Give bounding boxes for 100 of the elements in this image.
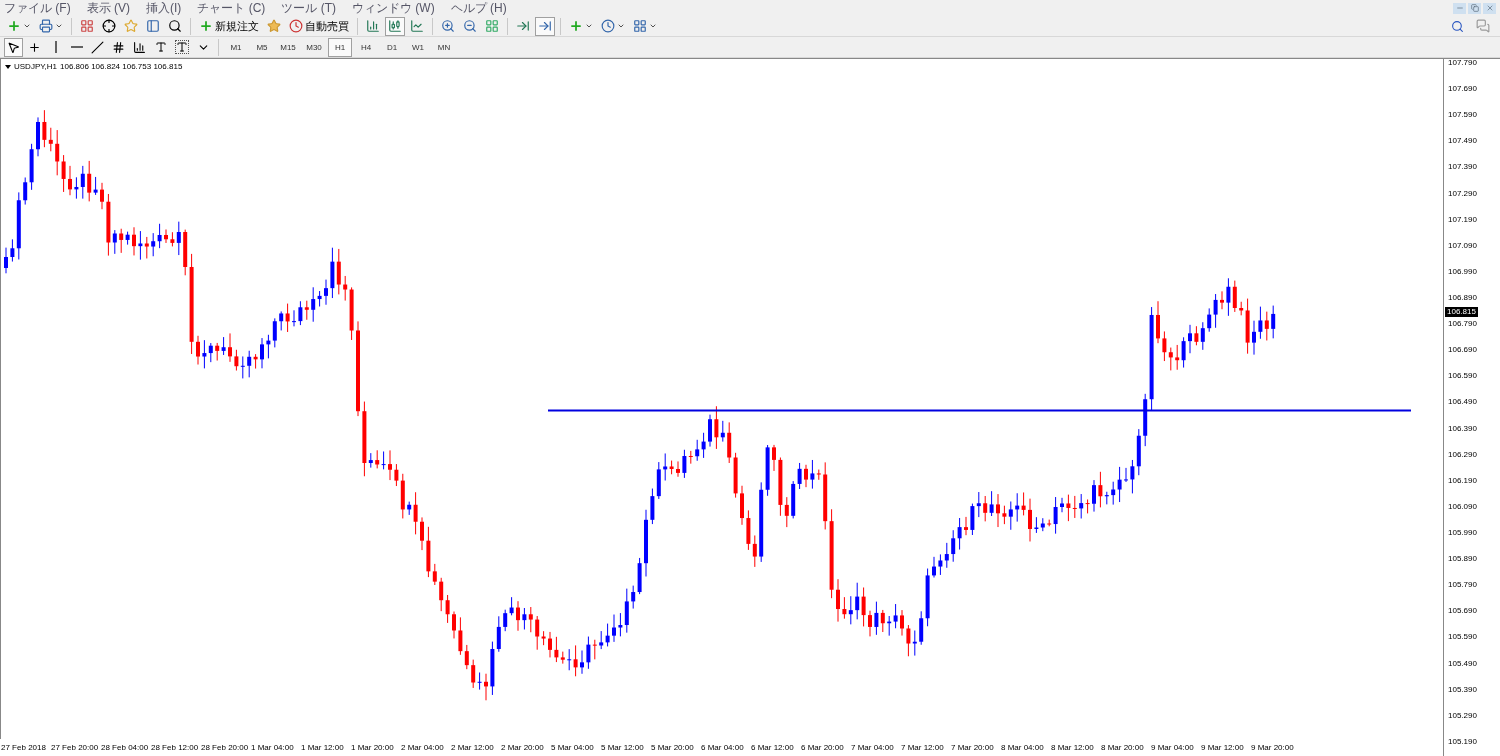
clock-icon: [601, 19, 615, 33]
trendline-icon: [91, 40, 104, 54]
time-label: 2 Mar 04:00: [401, 743, 445, 752]
candlestick-icon: [388, 19, 402, 33]
menu-item[interactable]: ファイル (F): [4, 0, 71, 16]
timeframe-button[interactable]: W1: [406, 37, 430, 57]
time-label: 6 Mar 04:00: [701, 743, 745, 752]
price-label: 107.090: [1448, 240, 1477, 251]
ohlc-quote: 106.806 106.824 106.753 106.815: [60, 62, 183, 71]
chart-symbol: USDJPY,H1: [14, 62, 57, 71]
printer-icon: [39, 19, 53, 33]
arrow-to-line-icon: [516, 19, 530, 33]
caret-icon: [649, 22, 657, 30]
grid-icon: [80, 19, 94, 33]
time-label: 5 Mar 20:00: [651, 743, 695, 752]
restore-button[interactable]: [1468, 2, 1481, 14]
time-label: 28 Feb 20:00: [201, 743, 250, 752]
menu-item[interactable]: ツール (T): [281, 0, 336, 16]
timeframe-button[interactable]: D1: [380, 37, 404, 57]
price-label: 106.590: [1448, 371, 1477, 382]
menu-item[interactable]: ウィンドウ (W): [352, 0, 435, 16]
price-label: 105.890: [1448, 554, 1477, 565]
price-label: 106.990: [1448, 266, 1477, 277]
timeframe-button[interactable]: H1: [328, 37, 352, 57]
crosshair-icon: [28, 40, 41, 54]
price-label: 105.690: [1448, 606, 1477, 617]
new-order-button[interactable]: 新規注文: [196, 16, 262, 36]
minimize-icon: [1455, 4, 1464, 12]
search-icon[interactable]: [1451, 19, 1464, 33]
time-label: 1 Mar 20:00: [351, 743, 395, 752]
timeframe-button[interactable]: M30: [302, 37, 326, 57]
current-price-tag: 106.815: [1445, 306, 1478, 317]
timeframe-button[interactable]: H4: [354, 37, 378, 57]
plus-icon: [199, 19, 213, 33]
price-label: 105.290: [1448, 710, 1477, 721]
star-icon: [124, 19, 138, 33]
drawing-tool-button[interactable]: [172, 37, 192, 57]
time-label: 1 Mar 04:00: [251, 743, 295, 752]
dropdown-triangle-icon[interactable]: [5, 64, 11, 69]
menu-item[interactable]: 挿入(I): [146, 0, 182, 16]
chart-mode-button[interactable]: [385, 16, 405, 36]
time-label: 5 Mar 12:00: [601, 743, 645, 752]
plus-icon: [569, 19, 583, 33]
time-label: 6 Mar 20:00: [801, 743, 845, 752]
drawing-tool-button[interactable]: [4, 37, 23, 57]
time-label: 5 Mar 04:00: [551, 743, 595, 752]
time-label: 7 Mar 20:00: [951, 743, 995, 752]
time-label: 7 Mar 04:00: [851, 743, 895, 752]
timeframe-button[interactable]: M15: [276, 37, 300, 57]
close-icon: [1485, 4, 1494, 12]
auto-trading-button[interactable]: 自動売買: [286, 16, 352, 36]
restore-icon: [1470, 4, 1479, 12]
time-label: 28 Feb 04:00: [101, 743, 150, 752]
horizontal-line-icon: [70, 46, 83, 48]
price-label: 106.390: [1448, 423, 1477, 434]
time-label: 2 Mar 12:00: [451, 743, 495, 752]
time-label: 27 Feb 2018: [1, 743, 47, 752]
star-icon: [267, 19, 281, 33]
menu-item[interactable]: チャート (C): [197, 0, 266, 16]
price-label: 105.390: [1448, 684, 1477, 695]
price-label: 107.590: [1448, 110, 1477, 121]
price-label: 106.090: [1448, 501, 1477, 512]
menu-item[interactable]: 表示 (V): [86, 0, 130, 16]
caret-icon: [585, 22, 593, 30]
line-chart-icon: [410, 19, 424, 33]
channel-icon: [112, 40, 125, 54]
menu-item[interactable]: ヘルプ (H): [450, 0, 507, 16]
text-icon: [154, 41, 167, 53]
time-label: 8 Mar 20:00: [1101, 743, 1145, 752]
price-label: 105.490: [1448, 658, 1477, 669]
zoom-in-icon: [441, 19, 455, 33]
close-button[interactable]: [1483, 2, 1496, 14]
price-label: 107.490: [1448, 136, 1477, 147]
grid-icon: [485, 19, 499, 33]
cursor-icon: [7, 40, 20, 54]
plus-icon: [7, 19, 21, 33]
timeframe-button[interactable]: MN: [432, 37, 456, 57]
timeframe-button[interactable]: M1: [224, 37, 248, 57]
time-label: 2 Mar 20:00: [501, 743, 545, 752]
time-label: 8 Mar 04:00: [1001, 743, 1045, 752]
time-label: 7 Mar 12:00: [901, 743, 945, 752]
price-label: 106.890: [1448, 293, 1477, 304]
price-label: 105.790: [1448, 580, 1477, 591]
price-label: 107.690: [1448, 84, 1477, 95]
price-label: 106.790: [1448, 319, 1477, 330]
time-label: 1 Mar 12:00: [301, 743, 345, 752]
caret-icon: [55, 22, 63, 30]
timeframe-button[interactable]: M5: [250, 37, 274, 57]
autoscroll-button[interactable]: [535, 16, 555, 36]
time-label: 9 Mar 12:00: [1201, 743, 1245, 752]
bar-chart-icon: [366, 19, 380, 33]
caret-icon: [23, 22, 31, 30]
horizontal-line[interactable]: [547, 409, 1412, 412]
time-label: 9 Mar 20:00: [1251, 743, 1295, 752]
clock-icon: [289, 19, 303, 33]
chat-icon[interactable]: [1476, 19, 1490, 33]
price-label: 106.490: [1448, 397, 1477, 408]
panel-icon: [146, 19, 160, 33]
price-label: 106.290: [1448, 449, 1477, 460]
grid-icon: [633, 19, 647, 33]
